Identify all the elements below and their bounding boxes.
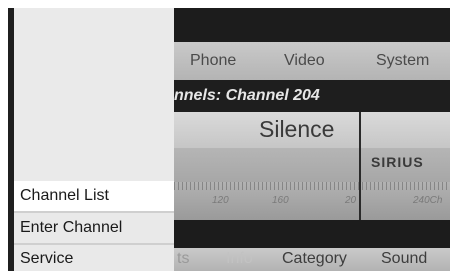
menu-item-video[interactable]: Video	[284, 52, 325, 70]
now-playing-title: Silence	[259, 116, 335, 142]
bottom-item-sound[interactable]: Sound	[381, 250, 427, 268]
menu-item-system[interactable]: System	[376, 52, 429, 70]
scale-label: 240Ch	[413, 195, 443, 206]
menu-item-channel-list[interactable]: Channel List	[14, 181, 174, 211]
channel-options-menu: Channel List Enter Channel Service	[14, 8, 174, 271]
scale-divider	[359, 112, 361, 220]
bottom-item-category[interactable]: Category	[282, 250, 347, 268]
menu-item-service[interactable]: Service	[14, 244, 174, 271]
sirius-logo: SIRIUS	[371, 154, 424, 170]
menu-item-phone[interactable]: Phone	[190, 52, 236, 70]
scale-label: 20	[345, 195, 357, 206]
bottom-item-presets[interactable]: ts	[177, 250, 189, 268]
station-name: nnels: Channel 204	[174, 87, 320, 104]
scale-label: 120	[212, 195, 229, 206]
bottom-item-info[interactable]: Info	[226, 250, 253, 268]
radio-screen: Phone Video System nnels: Channel 204 Si…	[8, 8, 450, 271]
channel-scale-ticks	[174, 182, 450, 190]
scale-label: 160	[272, 195, 289, 206]
menu-empty-area	[14, 8, 174, 181]
menu-item-enter-channel[interactable]: Enter Channel	[14, 213, 174, 243]
